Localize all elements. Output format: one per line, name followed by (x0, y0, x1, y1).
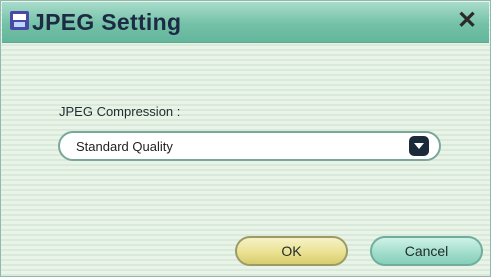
titlebar: JPEG Setting ✕ (2, 2, 489, 43)
window-title: JPEG Setting (32, 9, 182, 35)
jpeg-compression-value: Standard Quality (76, 139, 173, 154)
ok-button[interactable]: OK (235, 236, 348, 266)
jpeg-setting-dialog: JPEG Setting ✕ JPEG Compression : Standa… (0, 0, 491, 277)
jpeg-compression-label: JPEG Compression : (59, 104, 181, 119)
close-button[interactable]: ✕ (455, 9, 479, 33)
jpeg-compression-select[interactable]: Standard Quality (58, 131, 441, 161)
chevron-down-icon[interactable] (409, 136, 429, 156)
floppy-disk-icon (10, 11, 29, 30)
cancel-button[interactable]: Cancel (370, 236, 483, 266)
